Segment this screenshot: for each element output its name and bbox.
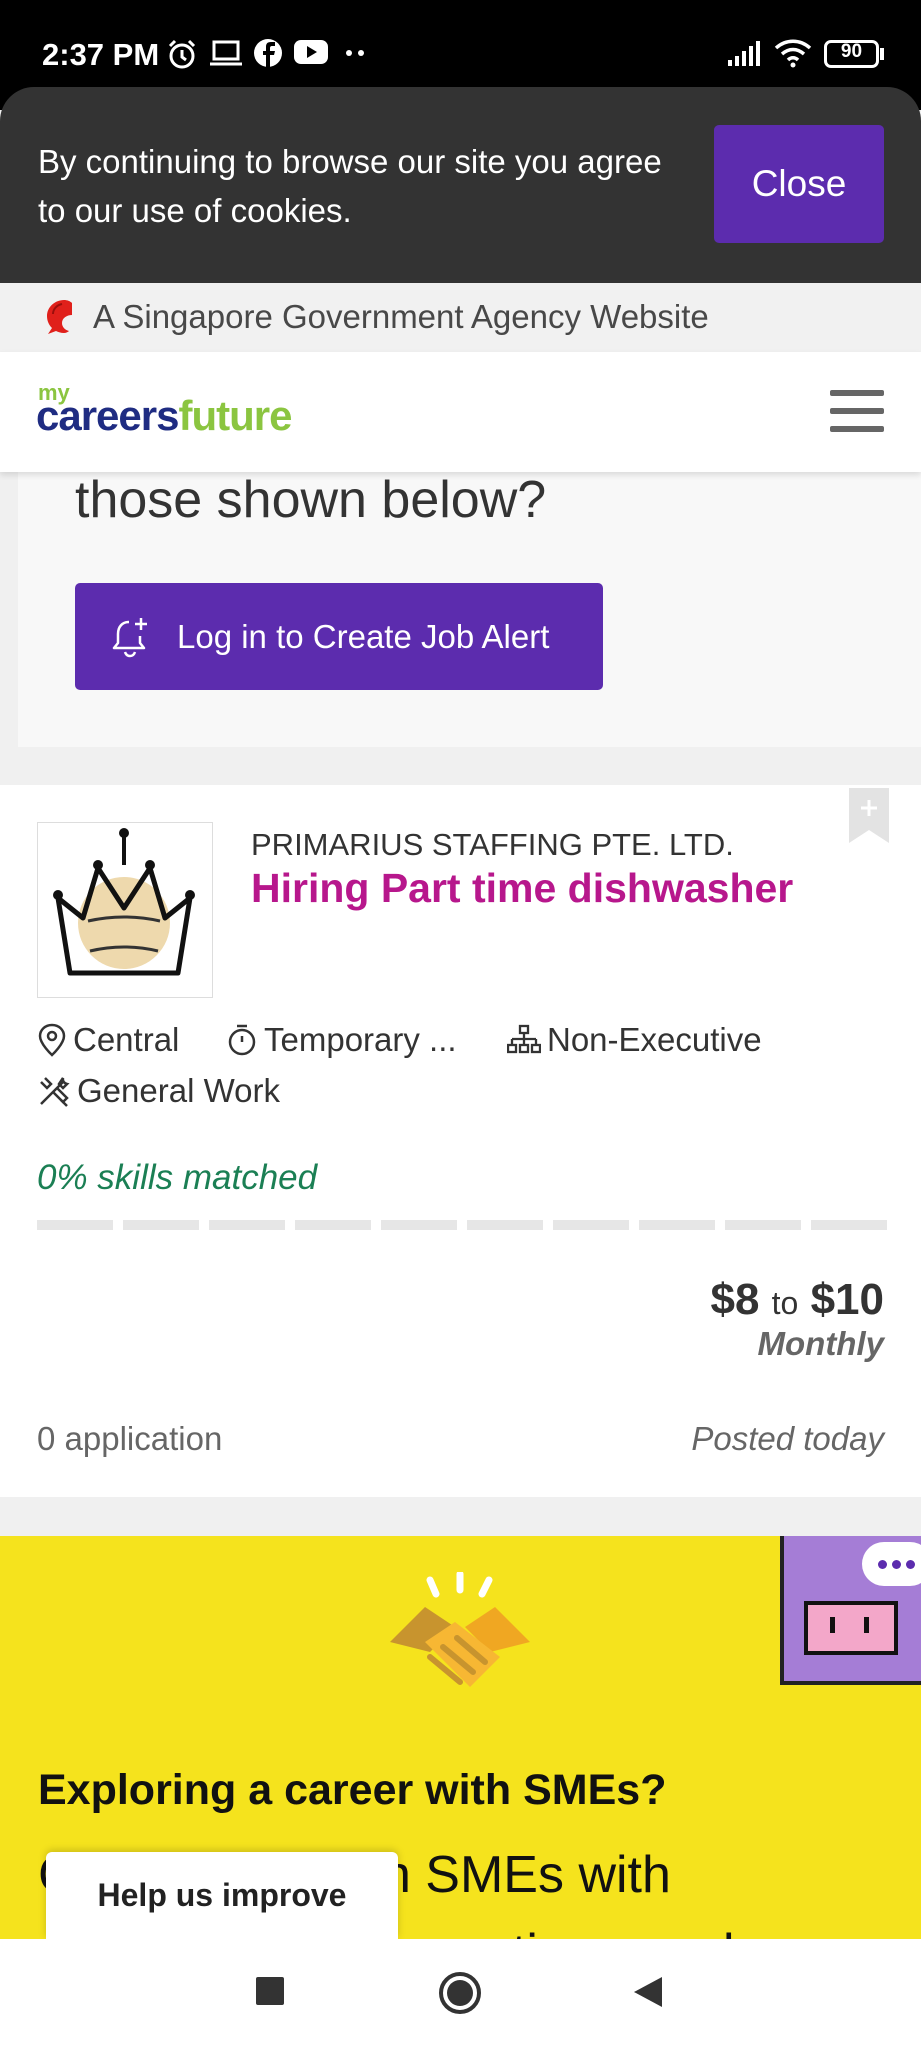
primarius-crown-logo xyxy=(53,828,195,976)
site-header: my careersfuture xyxy=(0,352,921,472)
logo-wordmark: careersfuture xyxy=(36,392,292,440)
handshake-icon xyxy=(390,1572,530,1687)
skills-match-segment xyxy=(553,1220,629,1230)
gov-agency-strip: A Singapore Government Agency Website xyxy=(0,283,921,352)
job-alert-card: those shown below? Log in to Create Job … xyxy=(18,471,921,747)
job-seniority-text: Non-Executive xyxy=(547,1021,762,1058)
skills-match-segment xyxy=(209,1220,285,1230)
create-job-alert-button[interactable]: Log in to Create Job Alert xyxy=(75,583,603,690)
recents-icon[interactable] xyxy=(256,1977,284,2005)
bell-plus-icon xyxy=(112,617,147,657)
company-name: PRIMARIUS STAFFING PTE. LTD. xyxy=(251,827,734,862)
salary-to: to xyxy=(771,1285,799,1321)
gov-agency-text: A Singapore Government Agency Website xyxy=(93,298,709,335)
company-logo xyxy=(37,822,213,998)
job-category: General Work xyxy=(37,1072,280,1110)
salary-period: Monthly xyxy=(757,1325,884,1362)
alarm-icon xyxy=(168,39,196,69)
cookie-message: By continuing to browse our site you agr… xyxy=(38,143,662,229)
battery-level: 90 xyxy=(840,41,863,62)
android-nav-bar xyxy=(0,1939,921,2048)
job-employment-type: Temporary ... xyxy=(226,1021,457,1059)
salary-range: $8 to $10 xyxy=(710,1275,884,1325)
salary-min: $8 xyxy=(710,1275,760,1324)
salary-max: $10 xyxy=(810,1275,884,1324)
laptop-icon xyxy=(210,40,242,66)
sme-banner-title: Exploring a career with SMEs? xyxy=(38,1766,667,1814)
skills-match-segment xyxy=(467,1220,543,1230)
location-pin-icon xyxy=(38,1023,66,1057)
wifi-icon xyxy=(774,39,812,68)
battery-icon: 90 xyxy=(824,40,879,68)
site-logo[interactable]: my careersfuture xyxy=(0,352,320,472)
hamburger-menu-button[interactable] xyxy=(830,384,884,436)
job-alert-question: those shown below? xyxy=(75,471,547,529)
skills-match-segment xyxy=(725,1220,801,1230)
help-us-improve-tab[interactable]: Help us improve xyxy=(46,1852,398,1939)
signal-icon xyxy=(728,41,760,66)
logo-future-text: future xyxy=(178,392,292,439)
tools-icon xyxy=(40,1077,70,1107)
back-icon[interactable] xyxy=(632,1975,664,2009)
more-dots-icon xyxy=(346,50,364,56)
speech-bubble-icon xyxy=(862,1542,921,1586)
org-chart-icon xyxy=(507,1024,541,1054)
skills-match-segment xyxy=(37,1220,113,1230)
create-job-alert-label: Log in to Create Job Alert xyxy=(177,617,550,655)
bookmark-add-icon[interactable] xyxy=(849,788,889,843)
job-listing-card[interactable]: PRIMARIUS STAFFING PTE. LTD. Hiring Part… xyxy=(0,785,921,1497)
chatbot-illustration xyxy=(780,1536,921,1685)
stopwatch-icon xyxy=(228,1024,256,1056)
skills-match-segment xyxy=(811,1220,887,1230)
skills-matched-text: 0% skills matched xyxy=(37,1158,318,1197)
battery-tip xyxy=(880,48,884,60)
posted-date: Posted today xyxy=(691,1420,884,1457)
logo-careers-text: careers xyxy=(36,392,179,439)
chatbot-face xyxy=(804,1601,898,1655)
job-title-link[interactable]: Hiring Part time dishwasher xyxy=(251,865,793,912)
job-category-text: General Work xyxy=(77,1072,280,1109)
hamburger-menu-icon xyxy=(830,390,884,396)
lion-head-icon xyxy=(47,300,72,334)
skills-match-segment xyxy=(123,1220,199,1230)
youtube-icon xyxy=(294,40,328,64)
skills-match-segment xyxy=(381,1220,457,1230)
job-location-text: Central xyxy=(73,1021,180,1058)
home-icon[interactable] xyxy=(438,1971,482,2015)
status-time: 2:37 PM xyxy=(42,37,160,72)
job-employment-type-text: Temporary ... xyxy=(264,1021,457,1058)
job-location: Central xyxy=(37,1021,179,1059)
cookie-banner: By continuing to browse our site you agr… xyxy=(0,87,921,283)
cookie-close-button[interactable]: Close xyxy=(714,125,884,243)
skills-match-segment xyxy=(639,1220,715,1230)
facebook-icon xyxy=(254,39,282,67)
skills-match-segment xyxy=(295,1220,371,1230)
application-count: 0 application xyxy=(37,1420,223,1457)
job-seniority: Non-Executive xyxy=(507,1021,762,1059)
